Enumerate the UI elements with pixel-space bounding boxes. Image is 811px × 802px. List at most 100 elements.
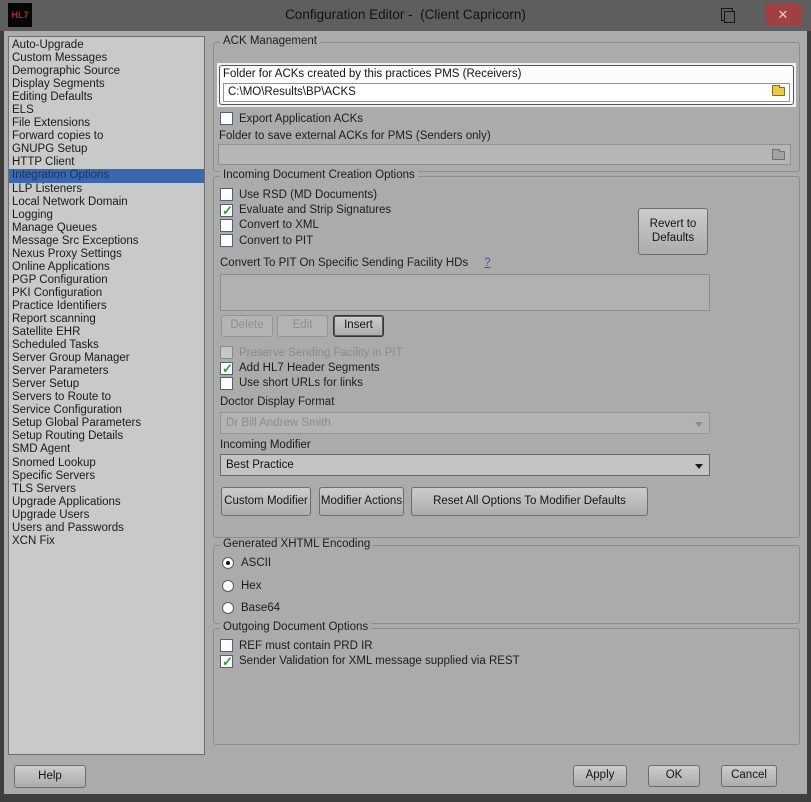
sidebar-item[interactable]: PGP Configuration [9, 274, 204, 287]
radio-label: ASCII [241, 557, 271, 569]
checkbox-box[interactable] [220, 362, 233, 375]
sidebar-item[interactable]: Upgrade Users [9, 509, 204, 522]
receiver-folder-input[interactable] [223, 83, 790, 102]
sidebar-item[interactable]: Satellite EHR [9, 326, 204, 339]
revert-to-defaults-button[interactable]: Revert to Defaults [638, 208, 708, 255]
sidebar-item-label: File Extensions [12, 117, 90, 129]
sidebar-item-label: Nexus Proxy Settings [12, 248, 122, 260]
sidebar-item-label: Custom Messages [12, 52, 107, 64]
radio-button[interactable] [222, 602, 234, 614]
sidebar-item-label: Auto-Upgrade [12, 39, 84, 51]
modifier-actions-button[interactable]: Modifier Actions [319, 487, 404, 516]
sidebar-item[interactable]: Local Network Domain [9, 196, 204, 209]
sidebar-item-label: Servers to Route to [12, 391, 111, 403]
apply-button[interactable]: Apply [573, 765, 627, 787]
sidebar-item[interactable]: Setup Routing Details [9, 430, 204, 443]
sidebar-item[interactable]: Integration Options [9, 169, 204, 182]
sidebar-item[interactable]: Server Setup [9, 378, 204, 391]
close-button[interactable]: ✕ [765, 3, 801, 26]
sidebar-item[interactable]: PKI Configuration [9, 287, 204, 300]
sender-folder-input [218, 144, 791, 165]
sidebar-item[interactable]: Manage Queues [9, 222, 204, 235]
sidebar-item[interactable]: Upgrade Applications [9, 496, 204, 509]
sidebar-item-label: GNUPG Setup [12, 143, 87, 155]
sidebar-item[interactable]: Logging [9, 209, 204, 222]
radio-button[interactable] [222, 557, 234, 569]
incoming-checkbox[interactable]: Convert to PIT [220, 233, 391, 248]
ok-button[interactable]: OK [648, 765, 700, 787]
sidebar-item[interactable]: ELS [9, 104, 204, 117]
incoming-checkbox[interactable]: Use short URLs for links [220, 376, 403, 391]
incoming-checkbox[interactable]: Add HL7 Header Segments [220, 360, 403, 375]
sidebar-item[interactable]: LLP Listeners [9, 183, 204, 196]
sidebar-item[interactable]: Users and Passwords [9, 522, 204, 535]
sidebar-item[interactable]: Demographic Source [9, 65, 204, 78]
doctor-display-format-value: Dr Bill Andrew Smith [226, 417, 331, 429]
export-acks-checkbox[interactable]: Export Application ACKs [220, 111, 363, 126]
help-question-link[interactable]: ? [484, 257, 490, 269]
reset-all-options-button[interactable]: Reset All Options To Modifier Defaults [411, 487, 648, 516]
checkbox-box[interactable] [220, 219, 233, 232]
custom-modifier-button[interactable]: Custom Modifier [221, 487, 311, 516]
sidebar-item[interactable]: Server Group Manager [9, 352, 204, 365]
sidebar-item[interactable]: Servers to Route to [9, 391, 204, 404]
insert-button[interactable]: Insert [333, 315, 384, 337]
checkbox-box[interactable] [220, 234, 233, 247]
incoming-checkbox[interactable]: Evaluate and Strip Signatures [220, 202, 391, 217]
sidebar-item[interactable]: Report scanning [9, 313, 204, 326]
checkbox-box[interactable] [220, 112, 233, 125]
chevron-down-icon [695, 422, 703, 427]
sidebar-item[interactable]: Service Configuration [9, 404, 204, 417]
receiver-folder-panel: Folder for ACKs created by this practice… [217, 63, 796, 107]
sidebar-item[interactable]: TLS Servers [9, 483, 204, 496]
group-incoming-title: Incoming Document Creation Options [220, 169, 418, 181]
outgoing-checkbox[interactable]: REF must contain PRD IR [220, 638, 520, 653]
sidebar-item-label: Practice Identifiers [12, 300, 107, 312]
checkbox-box[interactable] [220, 346, 233, 359]
sidebar-item[interactable]: Forward copies to [9, 130, 204, 143]
sidebar-item[interactable]: Setup Global Parameters [9, 417, 204, 430]
sidebar-item[interactable]: Online Applications [9, 261, 204, 274]
encoding-radio[interactable]: Base64 [222, 597, 280, 619]
sidebar-item[interactable]: Message Src Exceptions [9, 235, 204, 248]
sidebar-item[interactable]: HTTP Client [9, 156, 204, 169]
incoming-checkbox[interactable]: Use RSD (MD Documents) [220, 187, 391, 202]
sidebar-item[interactable]: Custom Messages [9, 52, 204, 65]
checkbox-box[interactable] [220, 204, 233, 217]
pit-facility-listbox[interactable] [220, 274, 710, 311]
sidebar-item[interactable]: Practice Identifiers [9, 300, 204, 313]
sidebar-item[interactable]: Auto-Upgrade [9, 39, 204, 52]
encoding-radio[interactable]: Hex [222, 574, 280, 596]
sidebar-item[interactable]: Display Segments [9, 78, 204, 91]
sidebar-item-label: Specific Servers [12, 470, 95, 482]
checkbox-box[interactable] [220, 188, 233, 201]
outgoing-checkbox-list: REF must contain PRD IR Sender Validatio… [220, 638, 520, 669]
outgoing-checkbox[interactable]: Sender Validation for XML message suppli… [220, 653, 520, 668]
sidebar-item[interactable]: Specific Servers [9, 470, 204, 483]
incoming-modifier-select[interactable]: Best Practice [220, 454, 710, 476]
sidebar-item[interactable]: Editing Defaults [9, 91, 204, 104]
checkbox-label: Convert to PIT [239, 235, 313, 247]
cancel-button[interactable]: Cancel [721, 765, 777, 787]
browse-folder-icon[interactable] [772, 87, 785, 96]
incoming-checkbox[interactable]: Convert to XML [220, 218, 391, 233]
sidebar-item[interactable]: GNUPG Setup [9, 143, 204, 156]
sidebar-item-label: Forward copies to [12, 130, 103, 142]
sidebar-item[interactable]: Scheduled Tasks [9, 339, 204, 352]
sidebar-item[interactable]: XCN Fix [9, 535, 204, 548]
checkbox-box[interactable] [220, 655, 233, 668]
category-list[interactable]: Auto-Upgrade Custom Messages Demographic… [8, 36, 205, 755]
sidebar-item[interactable]: Snomed Lookup [9, 457, 204, 470]
checkbox-box[interactable] [220, 639, 233, 652]
encoding-radio[interactable]: ASCII [222, 552, 280, 574]
sidebar-item[interactable]: Server Parameters [9, 365, 204, 378]
title-bar[interactable]: HL7 Configuration Editor - (Client Capri… [0, 0, 811, 31]
sidebar-item[interactable]: SMD Agent [9, 443, 204, 456]
sidebar-item[interactable]: Nexus Proxy Settings [9, 248, 204, 261]
radio-button[interactable] [222, 580, 234, 592]
checkbox-box[interactable] [220, 377, 233, 390]
window-restore-icon[interactable] [721, 8, 733, 21]
sender-folder-label: Folder to save external ACKs for PMS (Se… [219, 130, 491, 142]
sidebar-item[interactable]: File Extensions [9, 117, 204, 130]
help-button[interactable]: Help [14, 765, 86, 788]
